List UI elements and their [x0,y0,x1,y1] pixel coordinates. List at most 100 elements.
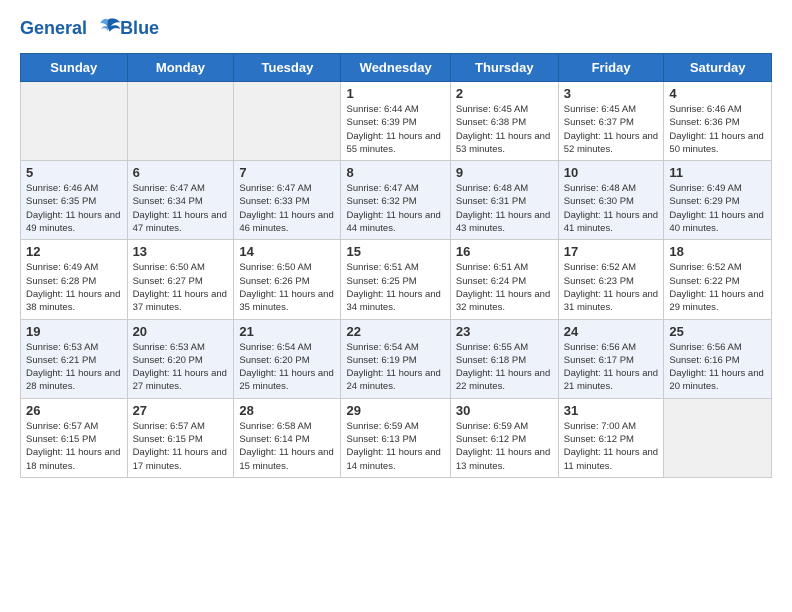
day-info: Sunrise: 6:54 AMSunset: 6:20 PMDaylight:… [239,341,335,394]
day-number: 8 [346,165,444,180]
day-info: Sunrise: 6:45 AMSunset: 6:37 PMDaylight:… [564,103,659,156]
logo-bird-icon [94,15,122,43]
logo-general: General [20,18,87,38]
day-number: 2 [456,86,553,101]
day-info: Sunrise: 6:51 AMSunset: 6:25 PMDaylight:… [346,261,444,314]
calendar-cell: 21 Sunrise: 6:54 AMSunset: 6:20 PMDayligh… [234,319,341,398]
day-info: Sunrise: 6:47 AMSunset: 6:33 PMDaylight:… [239,182,335,235]
calendar: SundayMondayTuesdayWednesdayThursdayFrid… [20,53,772,478]
calendar-cell: 8 Sunrise: 6:47 AMSunset: 6:32 PMDaylight… [341,161,450,240]
calendar-cell: 27Sunrise: 6:57 AMSunset: 6:15 PMDayligh… [127,398,234,477]
calendar-cell: 22 Sunrise: 6:54 AMSunset: 6:19 PMDayligh… [341,319,450,398]
day-number: 24 [564,324,659,339]
calendar-cell [21,82,128,161]
day-info: Sunrise: 6:55 AMSunset: 6:18 PMDaylight:… [456,341,553,394]
day-number: 31 [564,403,659,418]
calendar-cell: 6Sunrise: 6:47 AMSunset: 6:34 PMDaylight… [127,161,234,240]
calendar-cell: 2 Sunrise: 6:45 AMSunset: 6:38 PMDaylight… [450,82,558,161]
day-info: Sunrise: 6:50 AMSunset: 6:27 PMDaylight:… [133,261,229,314]
calendar-cell: 29 Sunrise: 6:59 AMSunset: 6:13 PMDayligh… [341,398,450,477]
calendar-cell: 26 Sunrise: 6:57 AMSunset: 6:15 PMDayligh… [21,398,128,477]
calendar-cell [234,82,341,161]
day-info: Sunrise: 6:46 AMSunset: 6:36 PMDaylight:… [669,103,766,156]
day-number: 17 [564,244,659,259]
day-info: Sunrise: 6:49 AMSunset: 6:28 PMDaylight:… [26,261,122,314]
day-info: Sunrise: 6:47 AMSunset: 6:32 PMDaylight:… [346,182,444,235]
calendar-cell: 24Sunrise: 6:56 AMSunset: 6:17 PMDayligh… [558,319,664,398]
day-info: Sunrise: 6:52 AMSunset: 6:23 PMDaylight:… [564,261,659,314]
day-info: Sunrise: 6:57 AMSunset: 6:15 PMDaylight:… [26,420,122,473]
day-number: 4 [669,86,766,101]
day-number: 21 [239,324,335,339]
day-info: Sunrise: 6:45 AMSunset: 6:38 PMDaylight:… [456,103,553,156]
weekday-wednesday: Wednesday [341,54,450,82]
day-number: 18 [669,244,766,259]
day-info: Sunrise: 6:52 AMSunset: 6:22 PMDaylight:… [669,261,766,314]
calendar-cell: 15Sunrise: 6:51 AMSunset: 6:25 PMDayligh… [341,240,450,319]
day-info: Sunrise: 6:54 AMSunset: 6:19 PMDaylight:… [346,341,444,394]
day-info: Sunrise: 6:59 AMSunset: 6:12 PMDaylight:… [456,420,553,473]
day-number: 1 [346,86,444,101]
weekday-thursday: Thursday [450,54,558,82]
day-info: Sunrise: 6:44 AMSunset: 6:39 PMDaylight:… [346,103,444,156]
weekday-monday: Monday [127,54,234,82]
day-number: 9 [456,165,553,180]
calendar-cell: 17 Sunrise: 6:52 AMSunset: 6:23 PMDayligh… [558,240,664,319]
calendar-cell: 30Sunrise: 6:59 AMSunset: 6:12 PMDayligh… [450,398,558,477]
calendar-cell: 7 Sunrise: 6:47 AMSunset: 6:33 PMDaylight… [234,161,341,240]
weekday-sunday: Sunday [21,54,128,82]
calendar-cell: 16 Sunrise: 6:51 AMSunset: 6:24 PMDayligh… [450,240,558,319]
calendar-cell: 1 Sunrise: 6:44 AMSunset: 6:39 PMDaylight… [341,82,450,161]
day-number: 12 [26,244,122,259]
day-number: 16 [456,244,553,259]
day-number: 5 [26,165,122,180]
weekday-tuesday: Tuesday [234,54,341,82]
day-number: 10 [564,165,659,180]
logo-blue: Blue [120,18,159,39]
week-row-2: 5 Sunrise: 6:46 AMSunset: 6:35 PMDaylight… [21,161,772,240]
day-number: 26 [26,403,122,418]
day-number: 3 [564,86,659,101]
calendar-cell: 5 Sunrise: 6:46 AMSunset: 6:35 PMDaylight… [21,161,128,240]
calendar-cell: 20 Sunrise: 6:53 AMSunset: 6:20 PMDayligh… [127,319,234,398]
day-info: Sunrise: 6:57 AMSunset: 6:15 PMDaylight:… [133,420,229,473]
calendar-cell: 12 Sunrise: 6:49 AMSunset: 6:28 PMDayligh… [21,240,128,319]
calendar-cell: 18 Sunrise: 6:52 AMSunset: 6:22 PMDayligh… [664,240,772,319]
week-row-3: 12 Sunrise: 6:49 AMSunset: 6:28 PMDayligh… [21,240,772,319]
week-row-1: 1 Sunrise: 6:44 AMSunset: 6:39 PMDaylight… [21,82,772,161]
day-info: Sunrise: 7:00 AMSunset: 6:12 PMDaylight:… [564,420,659,473]
logo: General Blue [20,15,159,43]
day-number: 14 [239,244,335,259]
day-info: Sunrise: 6:47 AMSunset: 6:34 PMDaylight:… [133,182,229,235]
week-row-5: 26 Sunrise: 6:57 AMSunset: 6:15 PMDayligh… [21,398,772,477]
week-row-4: 19Sunrise: 6:53 AMSunset: 6:21 PMDayligh… [21,319,772,398]
day-info: Sunrise: 6:56 AMSunset: 6:16 PMDaylight:… [669,341,766,394]
day-info: Sunrise: 6:53 AMSunset: 6:20 PMDaylight:… [133,341,229,394]
day-info: Sunrise: 6:50 AMSunset: 6:26 PMDaylight:… [239,261,335,314]
calendar-cell: 4 Sunrise: 6:46 AMSunset: 6:36 PMDaylight… [664,82,772,161]
calendar-cell: 19Sunrise: 6:53 AMSunset: 6:21 PMDayligh… [21,319,128,398]
calendar-cell: 25 Sunrise: 6:56 AMSunset: 6:16 PMDayligh… [664,319,772,398]
day-number: 22 [346,324,444,339]
calendar-cell: 14 Sunrise: 6:50 AMSunset: 6:26 PMDayligh… [234,240,341,319]
calendar-cell: 31 Sunrise: 7:00 AMSunset: 6:12 PMDayligh… [558,398,664,477]
day-number: 20 [133,324,229,339]
calendar-cell: 11 Sunrise: 6:49 AMSunset: 6:29 PMDayligh… [664,161,772,240]
day-number: 11 [669,165,766,180]
weekday-header-row: SundayMondayTuesdayWednesdayThursdayFrid… [21,54,772,82]
day-info: Sunrise: 6:51 AMSunset: 6:24 PMDaylight:… [456,261,553,314]
day-info: Sunrise: 6:58 AMSunset: 6:14 PMDaylight:… [239,420,335,473]
calendar-cell: 3 Sunrise: 6:45 AMSunset: 6:37 PMDaylight… [558,82,664,161]
day-info: Sunrise: 6:53 AMSunset: 6:21 PMDaylight:… [26,341,122,394]
day-number: 23 [456,324,553,339]
day-number: 7 [239,165,335,180]
page: General Blue SundayMondayTuesdayWednesda… [0,0,792,612]
calendar-cell: 28Sunrise: 6:58 AMSunset: 6:14 PMDayligh… [234,398,341,477]
day-number: 13 [133,244,229,259]
calendar-cell: 23 Sunrise: 6:55 AMSunset: 6:18 PMDayligh… [450,319,558,398]
day-info: Sunrise: 6:46 AMSunset: 6:35 PMDaylight:… [26,182,122,235]
day-info: Sunrise: 6:49 AMSunset: 6:29 PMDaylight:… [669,182,766,235]
day-info: Sunrise: 6:59 AMSunset: 6:13 PMDaylight:… [346,420,444,473]
day-number: 25 [669,324,766,339]
day-number: 29 [346,403,444,418]
